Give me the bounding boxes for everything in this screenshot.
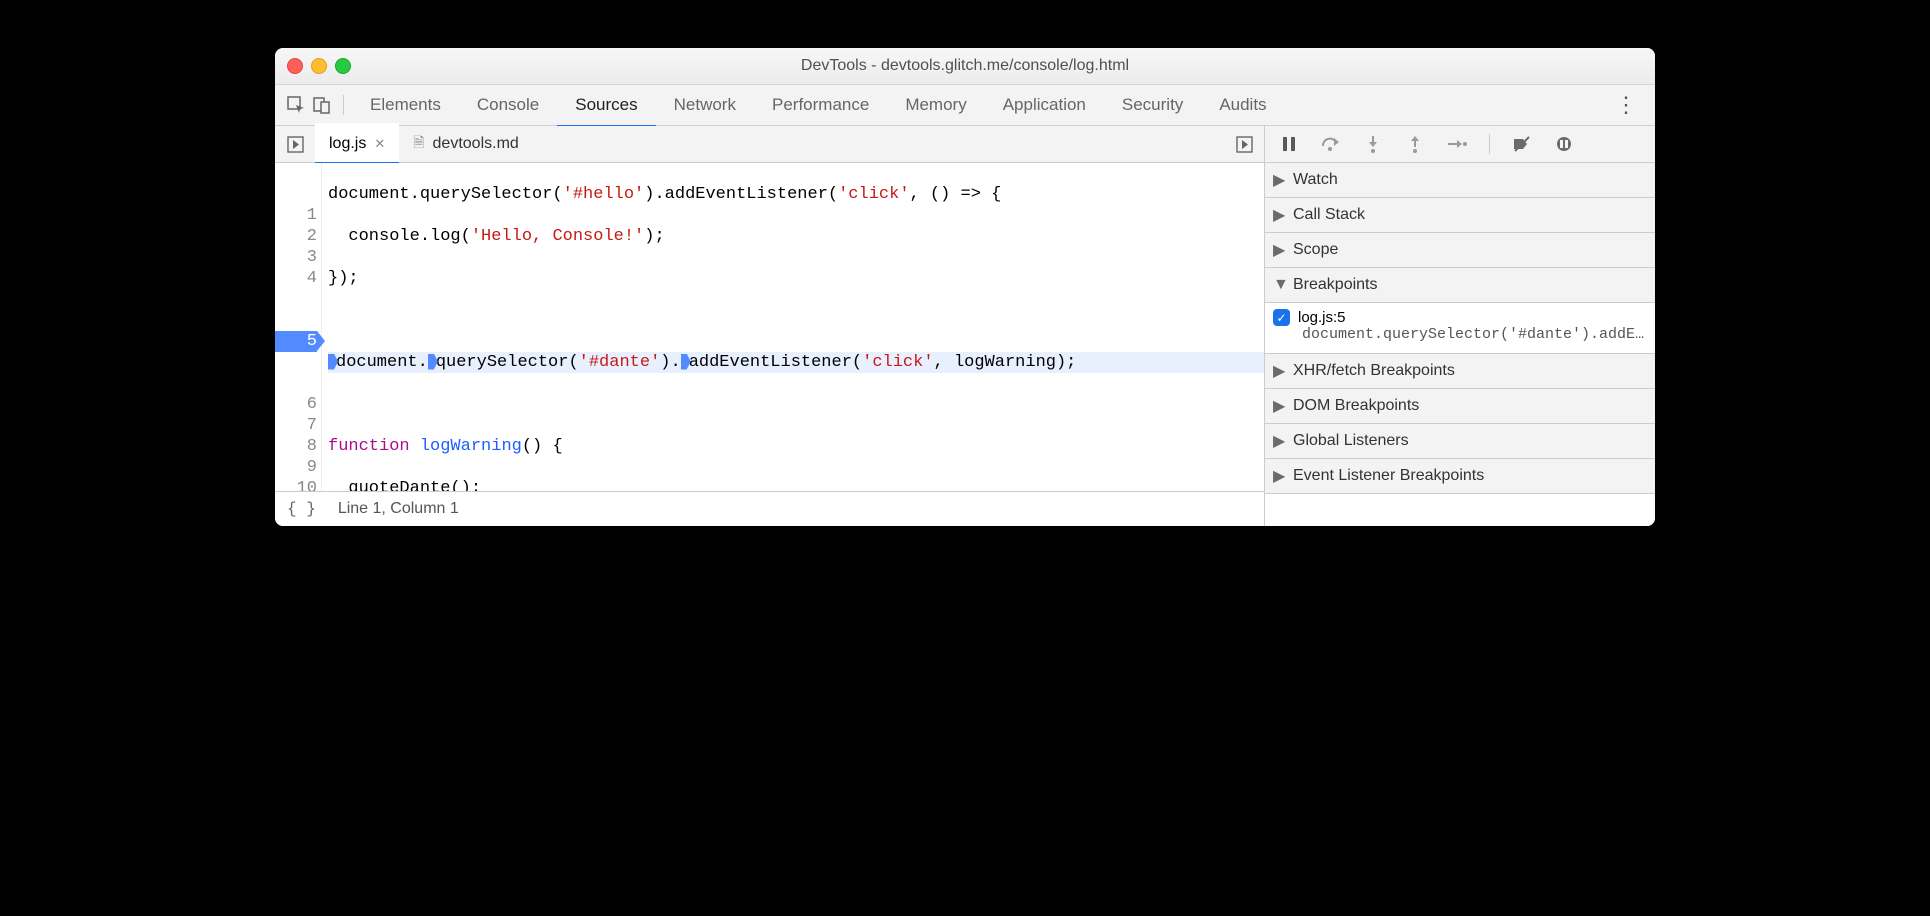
tab-audits[interactable]: Audits	[1201, 85, 1284, 125]
section-breakpoints[interactable]: ▼Breakpoints	[1265, 268, 1655, 303]
chevron-down-icon: ▼	[1273, 276, 1287, 294]
debugger-pane: ▶Watch ▶Call Stack ▶Scope ▼Breakpoints ✓…	[1265, 126, 1655, 526]
pretty-print-icon[interactable]: { }	[287, 500, 316, 518]
more-options-icon[interactable]: ⋮	[1605, 92, 1647, 118]
sources-content: log.js ✕ 🗎 devtools.md 1234 5 678910 111	[275, 126, 1655, 526]
tab-performance[interactable]: Performance	[754, 85, 887, 125]
section-scope[interactable]: ▶Scope	[1265, 233, 1655, 268]
toggle-device-icon[interactable]	[309, 96, 335, 114]
zoom-window-button[interactable]	[335, 58, 351, 74]
section-xhr-breakpoints[interactable]: ▶XHR/fetch Breakpoints	[1265, 354, 1655, 389]
file-icon: 🗎	[413, 132, 424, 156]
section-watch[interactable]: ▶Watch	[1265, 163, 1655, 198]
minimize-window-button[interactable]	[311, 58, 327, 74]
editor-pane: log.js ✕ 🗎 devtools.md 1234 5 678910 111	[275, 126, 1265, 526]
debugger-toolbar	[1265, 126, 1655, 163]
close-icon[interactable]: ✕	[374, 136, 385, 152]
tab-security[interactable]: Security	[1104, 85, 1201, 125]
debugger-empty-area	[1265, 494, 1655, 526]
breakpoint-label: log.js:5	[1298, 309, 1346, 326]
chevron-right-icon: ▶	[1273, 205, 1287, 225]
step-into-icon[interactable]	[1363, 135, 1383, 153]
file-tabstrip: log.js ✕ 🗎 devtools.md	[275, 126, 1264, 163]
chevron-right-icon: ▶	[1273, 170, 1287, 190]
separator	[343, 95, 344, 115]
tab-console[interactable]: Console	[459, 85, 557, 125]
breakpoint-marker[interactable]: 5	[275, 331, 317, 352]
file-tab-other[interactable]: 🗎 devtools.md	[399, 126, 533, 162]
pause-icon[interactable]	[1279, 136, 1299, 152]
chevron-right-icon: ▶	[1273, 396, 1287, 416]
separator	[1489, 134, 1490, 154]
section-call-stack[interactable]: ▶Call Stack	[1265, 198, 1655, 233]
file-tab-active[interactable]: log.js ✕	[315, 123, 399, 165]
file-name: log.js	[329, 135, 366, 153]
traffic-lights	[287, 58, 351, 74]
section-dom-breakpoints[interactable]: ▶DOM Breakpoints	[1265, 389, 1655, 424]
cursor-position: Line 1, Column 1	[338, 500, 459, 518]
code-editor[interactable]: 1234 5 678910 11121314151617 document.qu…	[275, 163, 1264, 491]
section-event-listener-breakpoints[interactable]: ▶Event Listener Breakpoints	[1265, 459, 1655, 494]
tab-memory[interactable]: Memory	[887, 85, 984, 125]
window-title: DevTools - devtools.glitch.me/console/lo…	[275, 57, 1655, 75]
chevron-right-icon: ▶	[1273, 361, 1287, 381]
step-over-icon[interactable]	[1321, 136, 1341, 152]
tab-elements[interactable]: Elements	[352, 85, 459, 125]
breakpoint-entry[interactable]: ✓ log.js:5 document.querySelector('#dant…	[1265, 303, 1655, 354]
tab-sources[interactable]: Sources	[557, 82, 655, 128]
panel-tabstrip: Elements Console Sources Network Perform…	[275, 85, 1655, 126]
tab-network[interactable]: Network	[656, 85, 754, 125]
editor-statusbar: { } Line 1, Column 1	[275, 491, 1264, 526]
chevron-right-icon: ▶	[1273, 466, 1287, 486]
inspect-element-icon[interactable]	[283, 96, 309, 114]
more-tabs-icon[interactable]	[1224, 136, 1264, 153]
line-gutter[interactable]: 1234 5 678910 11121314151617	[275, 163, 322, 491]
breakpoint-snippet: document.querySelector('#dante').addEv…	[1273, 326, 1647, 343]
pause-on-exceptions-icon[interactable]	[1554, 136, 1574, 152]
chevron-right-icon: ▶	[1273, 240, 1287, 260]
tab-application[interactable]: Application	[985, 85, 1104, 125]
show-navigator-icon[interactable]	[275, 136, 315, 153]
breakpoint-checkbox[interactable]: ✓	[1273, 309, 1290, 326]
code-lines: document.querySelector('#hello').addEven…	[322, 163, 1264, 491]
close-window-button[interactable]	[287, 58, 303, 74]
titlebar: DevTools - devtools.glitch.me/console/lo…	[275, 48, 1655, 85]
section-global-listeners[interactable]: ▶Global Listeners	[1265, 424, 1655, 459]
devtools-window: DevTools - devtools.glitch.me/console/lo…	[275, 48, 1655, 526]
deactivate-breakpoints-icon[interactable]	[1512, 136, 1532, 152]
chevron-right-icon: ▶	[1273, 431, 1287, 451]
step-out-icon[interactable]	[1405, 135, 1425, 153]
file-name: devtools.md	[433, 135, 519, 153]
step-icon[interactable]	[1447, 137, 1467, 151]
